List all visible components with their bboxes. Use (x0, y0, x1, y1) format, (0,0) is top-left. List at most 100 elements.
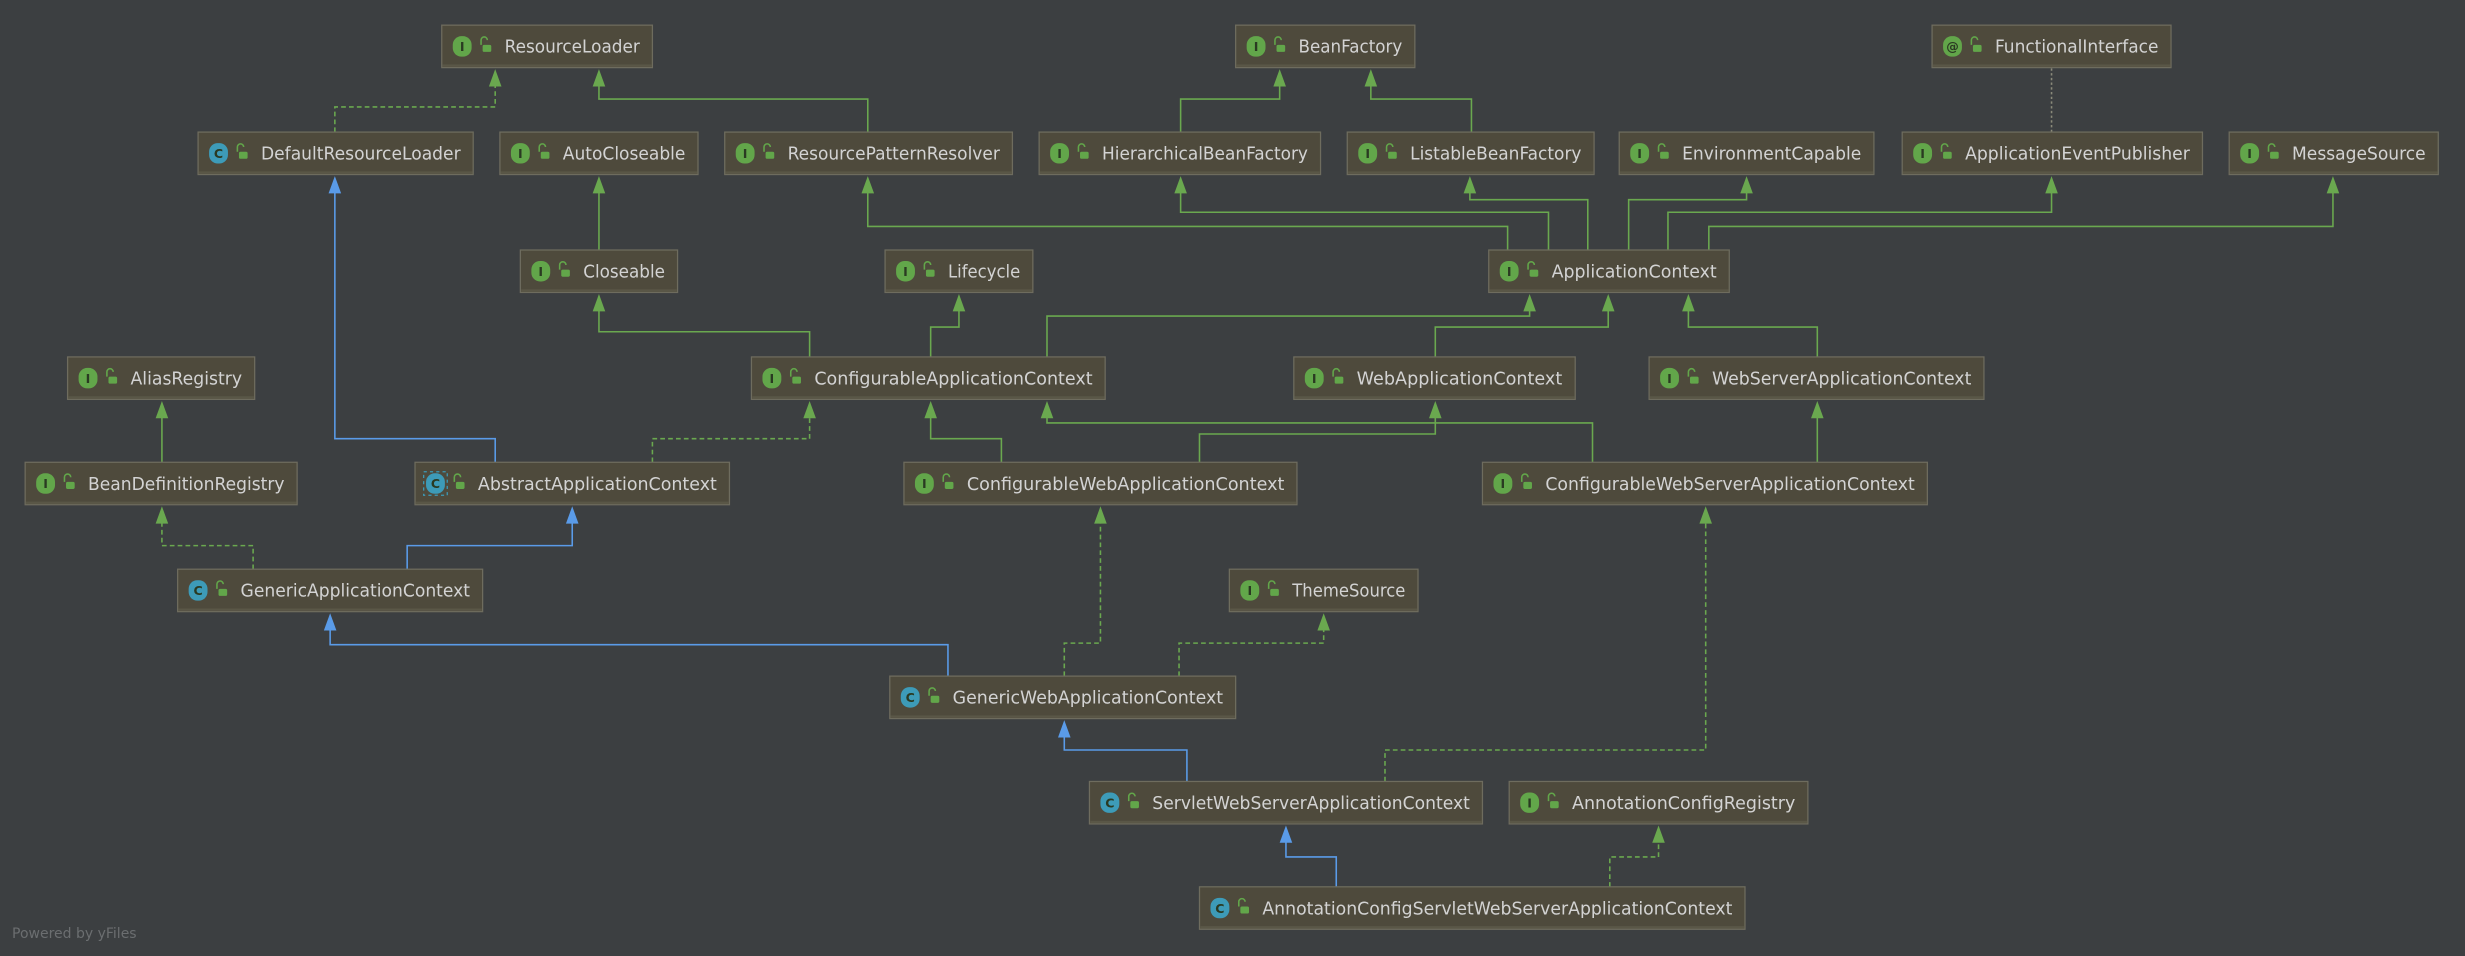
class-node[interactable]: I ResourceLoader (441, 24, 654, 69)
edge-extends-interface (1667, 176, 2058, 251)
class-node[interactable]: I ConfigurableWebApplicationContext (903, 461, 1298, 506)
node-shadow (1902, 171, 2202, 174)
arrowhead-icon (1174, 176, 1187, 194)
node-label: WebServerApplicationContext (1712, 369, 1971, 389)
edge-extends (1279, 825, 1338, 887)
class-node[interactable]: C AbstractApplicationContext (414, 461, 731, 506)
node-shadow (1230, 608, 1418, 611)
arrowhead-icon (1463, 176, 1477, 194)
arrowhead-icon (155, 400, 169, 419)
interface-icon: I (914, 473, 934, 494)
arrowhead-icon (2326, 176, 2340, 194)
svg-text:I: I (922, 476, 927, 491)
svg-text:I: I (538, 264, 543, 279)
edge-line (1046, 410, 1594, 463)
class-node[interactable]: I Lifecycle (884, 249, 1034, 294)
edge-extends-interface (592, 69, 869, 133)
class-node[interactable]: I ConfigurableApplicationContext (750, 356, 1106, 401)
class-node[interactable]: I BeanFactory (1235, 24, 1416, 69)
arrowhead-icon (1523, 294, 1536, 312)
class-node[interactable]: I AutoCloseable (499, 131, 699, 176)
class-node[interactable]: I ConfigurableWebServerApplicationContext (1481, 461, 1928, 506)
class-node[interactable]: I AnnotationConfigRegistry (1508, 780, 1809, 825)
class-node[interactable]: I HierarchicalBeanFactory (1038, 131, 1322, 176)
node-label: GenericWebApplicationContext (953, 689, 1223, 709)
node-label: Closeable (583, 263, 665, 283)
node-shadow (521, 289, 677, 292)
node-shadow (1090, 820, 1482, 824)
class-node[interactable]: @ FunctionalInterface (1931, 24, 2172, 69)
node-label: ConfigurableWebServerApplicationContext (1545, 475, 1915, 495)
node-shadow (1236, 64, 1415, 67)
edge-line (1627, 185, 1748, 251)
edge-line (598, 303, 811, 357)
class-node[interactable]: I ResourcePatternResolver (724, 131, 1014, 176)
class-node[interactable]: I ApplicationEventPublisher (1901, 131, 2204, 176)
node-label: MessageSource (2292, 145, 2426, 165)
class-node[interactable]: I MessageSource (2228, 131, 2439, 176)
edge-extends-interface (1364, 69, 1473, 133)
edge-extends (1058, 720, 1188, 782)
edge-line (1285, 834, 1338, 887)
class-node[interactable]: I BeanDefinitionRegistry (24, 461, 298, 506)
edge-extends-interface (1046, 294, 1536, 357)
svg-text:I: I (1637, 146, 1642, 161)
node-shadow (1932, 64, 2171, 67)
arrowhead-icon (1652, 825, 1665, 843)
svg-text:C: C (193, 583, 202, 598)
class-node[interactable]: C GenericWebApplicationContext (889, 675, 1237, 720)
interface-icon: I (762, 367, 782, 389)
class-node[interactable]: C DefaultResourceLoader (197, 131, 474, 176)
class-node[interactable]: C AnnotationConfigServletWebServerApplica… (1198, 886, 1746, 930)
class-node[interactable]: I ApplicationContext (1488, 249, 1730, 294)
node-shadow (25, 501, 297, 504)
arrowhead-icon (1058, 720, 1071, 738)
svg-text:I: I (1920, 146, 1925, 161)
edge-line (1708, 185, 2334, 251)
node-label: ApplicationContext (1552, 263, 1717, 283)
svg-text:C: C (1215, 901, 1224, 916)
node-label: ThemeSource (1291, 582, 1405, 602)
class-node[interactable]: I WebServerApplicationContext (1648, 356, 1985, 401)
nodes-layer: I ResourceLoader I BeanFactory @ FunctionalIn… (24, 24, 2439, 930)
edge-line (1046, 303, 1531, 357)
node-label: BeanFactory (1299, 38, 1403, 58)
interface-icon: I (1050, 143, 1070, 164)
node-label: FunctionalInterface (1995, 38, 2158, 58)
edge-line (1469, 185, 1589, 251)
class-node[interactable]: I ListableBeanFactory (1346, 131, 1595, 176)
edge-implements (155, 506, 254, 570)
interface-icon: I (1660, 367, 1679, 389)
svg-text:I: I (1247, 583, 1252, 598)
edge-line (1063, 515, 1102, 677)
node-label: BeanDefinitionRegistry (88, 475, 285, 495)
arrowhead-icon (323, 613, 337, 631)
node-shadow (1620, 171, 1874, 174)
class-node[interactable]: I WebApplicationContext (1293, 356, 1576, 401)
edge-line (1179, 78, 1281, 133)
edge-extends-interface (1811, 400, 1824, 463)
edge-extends-interface (1434, 294, 1615, 357)
node-label: ResourcePatternResolver (788, 145, 1001, 165)
edge-line (1384, 515, 1707, 782)
svg-text:I: I (770, 371, 775, 386)
class-node[interactable]: I Closeable (519, 249, 679, 294)
class-node[interactable]: C ServletWebServerApplicationContext (1088, 780, 1484, 825)
interface-icon: I (1246, 36, 1266, 57)
node-shadow (890, 715, 1235, 718)
class-node[interactable]: I AliasRegistry (66, 356, 256, 401)
svg-text:I: I (1057, 146, 1062, 161)
edge-line (1178, 622, 1325, 677)
class-node[interactable]: I EnvironmentCapable (1618, 131, 1875, 176)
class-node[interactable]: C GenericApplicationContext (177, 568, 484, 613)
interface-icon: I (896, 261, 915, 282)
edge-line (1434, 303, 1610, 357)
edge-extends (323, 613, 949, 677)
edge-line (1609, 834, 1660, 887)
edge-extends-interface (1040, 400, 1594, 463)
class-node[interactable]: I ThemeSource (1228, 568, 1419, 613)
edge-line (334, 78, 496, 133)
arrowhead-icon (328, 176, 342, 194)
svg-text:I: I (518, 146, 523, 161)
class-icon: C (188, 580, 208, 601)
